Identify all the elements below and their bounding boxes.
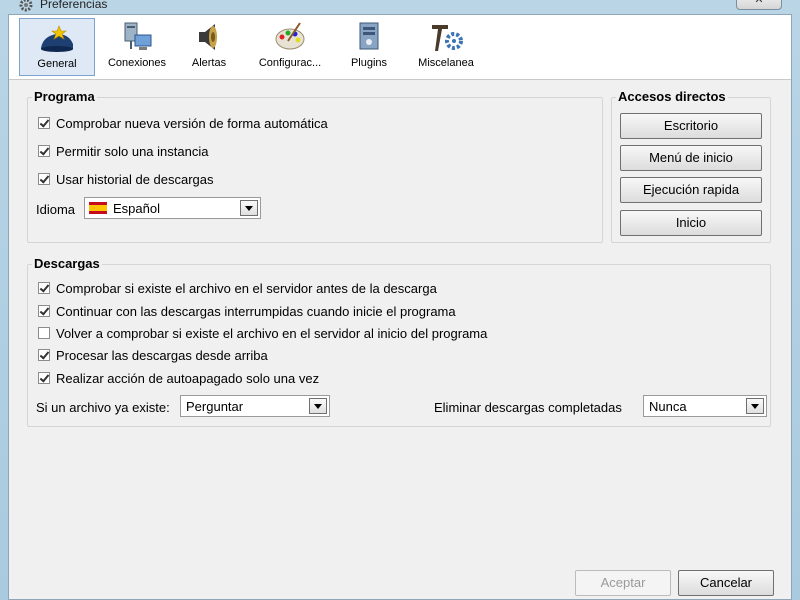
idioma-value: Español (113, 200, 160, 216)
chevron-down-icon[interactable] (309, 398, 327, 414)
tab-configuracion-label: Configurac... (258, 57, 322, 69)
check-label: Continuar con las descargas interrumpida… (56, 303, 456, 319)
palette-icon (275, 22, 305, 50)
ejecucion-rapida-button[interactable]: Ejecución rapida (620, 177, 762, 203)
checkbox[interactable] (38, 327, 50, 339)
check-label: Procesar las descargas desde arriba (56, 347, 268, 363)
chevron-down-icon[interactable] (746, 398, 764, 414)
tab-miscelanea[interactable]: Miscelanea (409, 18, 483, 76)
chevron-down-icon[interactable] (240, 200, 258, 216)
check-process-top[interactable]: Procesar las descargas desde arriba (38, 346, 268, 364)
checkbox[interactable] (38, 173, 50, 185)
file-exists-value: Perguntar (186, 398, 244, 414)
tab-plugins-label: Plugins (350, 57, 388, 69)
tab-plugins[interactable]: Plugins (341, 18, 397, 76)
tab-miscelanea-label: Miscelanea (418, 57, 474, 69)
check-label: Volver a comprobar si existe el archivo … (56, 325, 488, 341)
checkbox[interactable] (38, 305, 50, 317)
tab-conexiones[interactable]: Conexiones (101, 18, 173, 76)
check-label: Permitir solo una instancia (56, 143, 209, 159)
inicio-button[interactable]: Inicio (620, 210, 762, 236)
check-single-instance[interactable]: Permitir solo una instancia (38, 142, 208, 160)
idioma-select[interactable]: Español (84, 197, 261, 219)
check-auto-update[interactable]: Comprobar nueva versión de forma automát… (38, 114, 328, 132)
speaker-icon (199, 24, 217, 50)
check-exists-before[interactable]: Comprobar si existe el archivo en el ser… (38, 279, 437, 297)
delete-completed-select[interactable]: Nunca (643, 395, 767, 417)
descargas-group: Descargas Comprobar si existe el archivo… (27, 256, 771, 427)
window-title: Preferencias (40, 0, 108, 11)
idioma-label: Idioma (36, 202, 76, 217)
network-icon (124, 22, 152, 50)
tab-alertas-label: Alertas (191, 57, 227, 69)
delete-completed-value: Nunca (649, 398, 687, 414)
check-label: Usar historial de descargas (56, 171, 214, 187)
close-button[interactable]: ✕ (736, 0, 782, 10)
checkbox[interactable] (38, 349, 50, 361)
title-bar[interactable]: Preferencias ✕ (0, 0, 800, 14)
dialog-client: General Conexiones Alertas Configurac...… (8, 14, 792, 600)
file-exists-label: Si un archivo ya existe: (36, 400, 170, 415)
tab-configuracion[interactable]: Configurac... (249, 18, 331, 76)
tab-general-label: General (37, 58, 77, 70)
checkbox[interactable] (38, 145, 50, 157)
checkbox[interactable] (38, 117, 50, 129)
file-exists-select[interactable]: Perguntar (180, 395, 330, 417)
descargas-title: Descargas (32, 256, 102, 271)
checkbox[interactable] (38, 372, 50, 384)
check-resume[interactable]: Continuar con las descargas interrumpida… (38, 302, 456, 320)
tab-conexiones-label: Conexiones (107, 57, 167, 69)
cancel-button[interactable]: Cancelar (678, 570, 774, 596)
programa-title: Programa (32, 89, 97, 104)
check-label: Comprobar si existe el archivo en el ser… (56, 280, 437, 296)
check-download-history[interactable]: Usar historial de descargas (38, 170, 214, 188)
check-autoshutdown-once[interactable]: Realizar acción de autoapagado solo una … (38, 369, 319, 387)
menu-inicio-button[interactable]: Menú de inicio (620, 145, 762, 171)
accesos-title: Accesos directos (616, 89, 728, 104)
programa-group: Programa Comprobar nueva versión de form… (27, 89, 603, 243)
home-icon (41, 25, 73, 52)
preferences-window: Preferencias ✕ General Conexiones Alerta… (0, 0, 800, 600)
plugin-icon (359, 22, 379, 50)
tools-icon (432, 25, 463, 51)
tab-general[interactable]: General (19, 18, 95, 76)
checkbox[interactable] (38, 282, 50, 294)
check-recheck-start[interactable]: Volver a comprobar si existe el archivo … (38, 324, 487, 342)
spain-flag-icon (89, 202, 107, 214)
category-toolbar: General Conexiones Alertas Configurac...… (9, 15, 791, 80)
check-label: Realizar acción de autoapagado solo una … (56, 370, 320, 386)
tab-alertas[interactable]: Alertas (179, 18, 239, 76)
check-label: Comprobar nueva versión de forma automát… (56, 115, 328, 131)
escritorio-button[interactable]: Escritorio (620, 113, 762, 139)
gear-icon (19, 0, 33, 12)
accesos-group: Accesos directos Escritorio Menú de inic… (611, 89, 771, 243)
delete-completed-label: Eliminar descargas completadas (434, 400, 622, 415)
accept-button[interactable]: Aceptar (575, 570, 671, 596)
